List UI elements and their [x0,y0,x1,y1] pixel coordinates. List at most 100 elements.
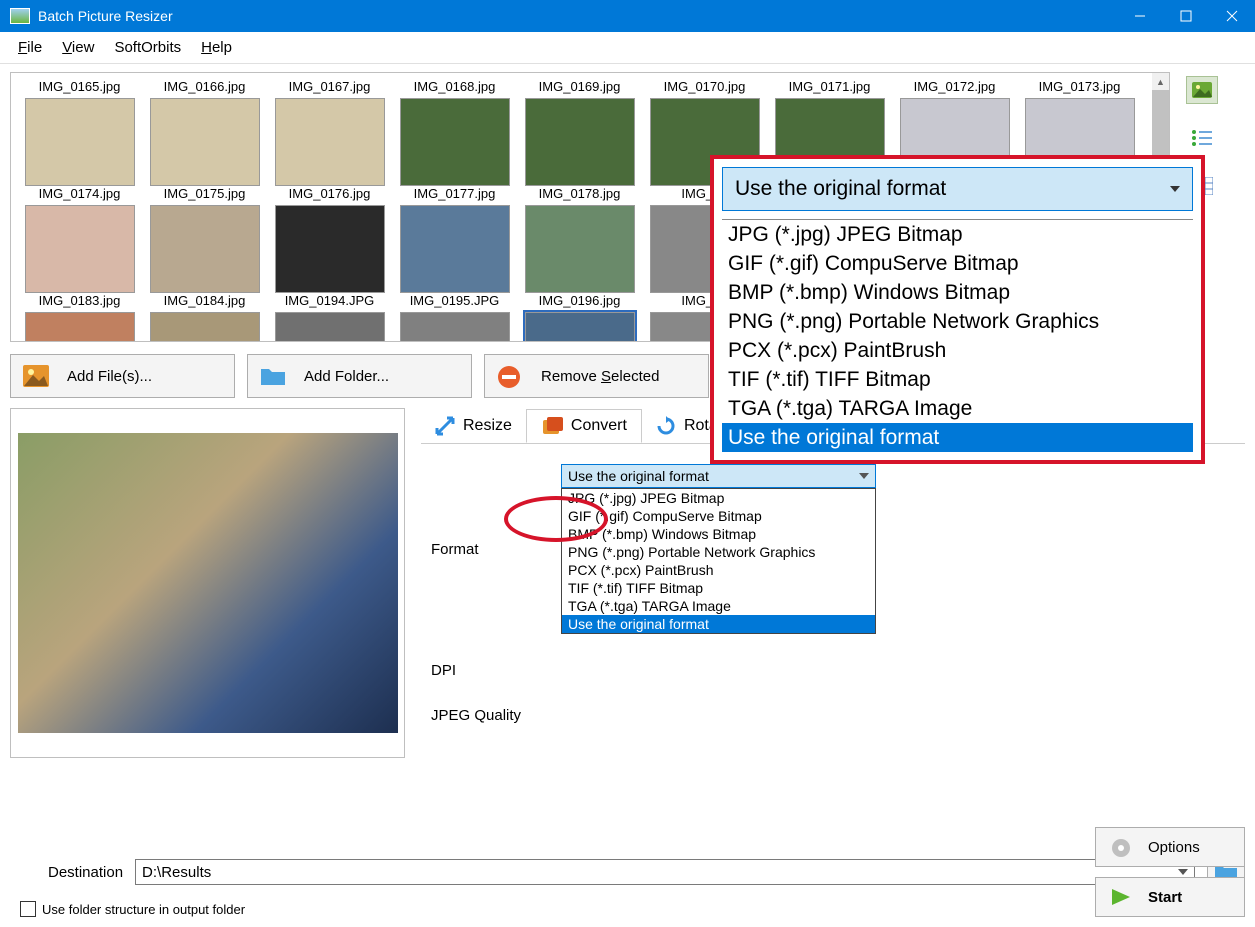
thumbnail-name: IMG_0195.JPG [410,293,500,308]
thumbnail-name: IMG_0170.jpg [664,79,746,94]
format-option[interactable]: BMP (*.bmp) Windows Bitmap [562,525,875,543]
thumbnail-item[interactable]: IMG_0194.JPG [267,293,392,342]
thumbnail-image [525,312,635,342]
thumbnail-name: IMG_0178.jpg [539,186,621,201]
start-button[interactable]: Start [1095,877,1245,917]
rotate-icon [656,416,676,436]
thumbnail-item[interactable]: IMG_0177.jpg [392,186,517,293]
thumbnail-item[interactable]: IMG_0167.jpg [267,79,392,186]
format-dropdown-overlay: Use the original format JPG (*.jpg) JPEG… [710,155,1205,464]
overlay-option[interactable]: GIF (*.gif) CompuServe Bitmap [722,249,1193,278]
format-option[interactable]: JPG (*.jpg) JPEG Bitmap [562,489,875,507]
thumbnail-name: IMG_0165.jpg [39,79,121,94]
folder-structure-checkbox[interactable] [20,901,36,917]
format-option[interactable]: PNG (*.png) Portable Network Graphics [562,543,875,561]
play-icon [1110,887,1134,907]
thumbnail-item[interactable]: IMG_0184.jpg [142,293,267,342]
options-button[interactable]: Options [1095,827,1245,867]
thumbnail-image [25,98,135,186]
thumbnail-image [275,205,385,293]
thumbnail-item[interactable]: IMG_0176.jpg [267,186,392,293]
thumbnail-name: IMG_0184.jpg [164,293,246,308]
format-option[interactable]: PCX (*.pcx) PaintBrush [562,561,875,579]
close-button[interactable] [1209,0,1255,32]
thumbnail-image [275,312,385,342]
chevron-down-icon [859,473,869,479]
thumbnail-image [400,312,510,342]
format-label: Format [431,541,561,558]
thumbnail-image [25,205,135,293]
overlay-option[interactable]: PNG (*.png) Portable Network Graphics [722,307,1193,336]
folder-icon [260,365,286,387]
app-icon [10,8,30,24]
menu-help[interactable]: Help [191,35,242,60]
thumbnail-item[interactable]: IMG_0165.jpg [17,79,142,186]
thumbnail-item[interactable]: IMG_0174.jpg [17,186,142,293]
overlay-option[interactable]: PCX (*.pcx) PaintBrush [722,336,1193,365]
tab-resize[interactable]: Resize [421,410,526,442]
format-select[interactable]: Use the original format JPG (*.jpg) JPEG… [561,464,876,634]
thumbnail-image [150,312,260,342]
resize-icon [435,416,455,436]
chevron-down-icon [1170,186,1180,192]
overlay-option[interactable]: TGA (*.tga) TARGA Image [722,394,1193,423]
thumbnail-image [525,98,635,186]
thumbnail-item[interactable]: IMG_0168.jpg [392,79,517,186]
add-folder-button[interactable]: Add Folder... [247,354,472,398]
overlay-option[interactable]: BMP (*.bmp) Windows Bitmap [722,278,1193,307]
thumbnail-item[interactable]: IMG_0166.jpg [142,79,267,186]
thumbnail-image [150,205,260,293]
thumbnail-name: IMG_0168.jpg [414,79,496,94]
overlay-option[interactable]: Use the original format [722,423,1193,452]
thumbnail-name: IMG_0172.jpg [914,79,996,94]
add-files-button[interactable]: Add File(s)... [10,354,235,398]
format-option[interactable]: GIF (*.gif) CompuServe Bitmap [562,507,875,525]
remove-selected-button[interactable]: Remove Selected [484,354,709,398]
jpeg-quality-label: JPEG Quality [431,707,561,724]
view-list-button[interactable] [1186,124,1218,152]
thumbnail-name: IMG_0169.jpg [539,79,621,94]
folder-structure-label: Use folder structure in output folder [42,902,245,917]
format-option[interactable]: TGA (*.tga) TARGA Image [562,597,875,615]
destination-input[interactable]: D:\Results [135,859,1195,885]
thumbnail-item[interactable]: IMG_0175.jpg [142,186,267,293]
thumbnail-name: IMG_0177.jpg [414,186,496,201]
app-title: Batch Picture Resizer [38,8,1117,24]
thumbnail-item[interactable]: IMG_0195.JPG [392,293,517,342]
menu-softorbits[interactable]: SoftOrbits [104,35,191,60]
image-icon [23,365,49,387]
thumbnail-name: IMG_0183.jpg [39,293,121,308]
dpi-label: DPI [431,662,561,679]
titlebar[interactable]: Batch Picture Resizer [0,0,1255,32]
thumbnail-item[interactable]: IMG_0196.jpg [517,293,642,342]
format-option[interactable]: TIF (*.tif) TIFF Bitmap [562,579,875,597]
preview-image [18,433,398,733]
thumbnail-image [525,205,635,293]
overlay-option[interactable]: JPG (*.jpg) JPEG Bitmap [722,220,1193,249]
thumbnail-name: IMG_0174.jpg [39,186,121,201]
preview-panel [10,408,405,758]
thumbnail-image [25,312,135,342]
thumbnail-item[interactable]: IMG_0178.jpg [517,186,642,293]
view-thumbnails-button[interactable] [1186,76,1218,104]
maximize-button[interactable] [1163,0,1209,32]
thumbnail-name: IMG_0175.jpg [164,186,246,201]
thumbnail-name: IMG_0167.jpg [289,79,371,94]
thumbnail-image [400,98,510,186]
thumbnail-name: IMG_0166.jpg [164,79,246,94]
minimize-button[interactable] [1117,0,1163,32]
menu-file[interactable]: File [8,35,52,60]
scroll-up[interactable]: ▲ [1152,73,1169,90]
thumbnail-name: IMG_0196.jpg [539,293,621,308]
tab-convert[interactable]: Convert [526,409,642,443]
thumbnail-item[interactable]: IMG_0183.jpg [17,293,142,342]
menu-view[interactable]: View [52,35,104,60]
format-option[interactable]: Use the original format [562,615,875,633]
overlay-select[interactable]: Use the original format [722,167,1193,211]
thumbnail-image [150,98,260,186]
thumbnail-name: IMG_0176.jpg [289,186,371,201]
thumbnail-name: IMG_0171.jpg [789,79,871,94]
thumbnail-item[interactable]: IMG_0169.jpg [517,79,642,186]
overlay-option[interactable]: TIF (*.tif) TIFF Bitmap [722,365,1193,394]
convert-icon [541,416,563,436]
